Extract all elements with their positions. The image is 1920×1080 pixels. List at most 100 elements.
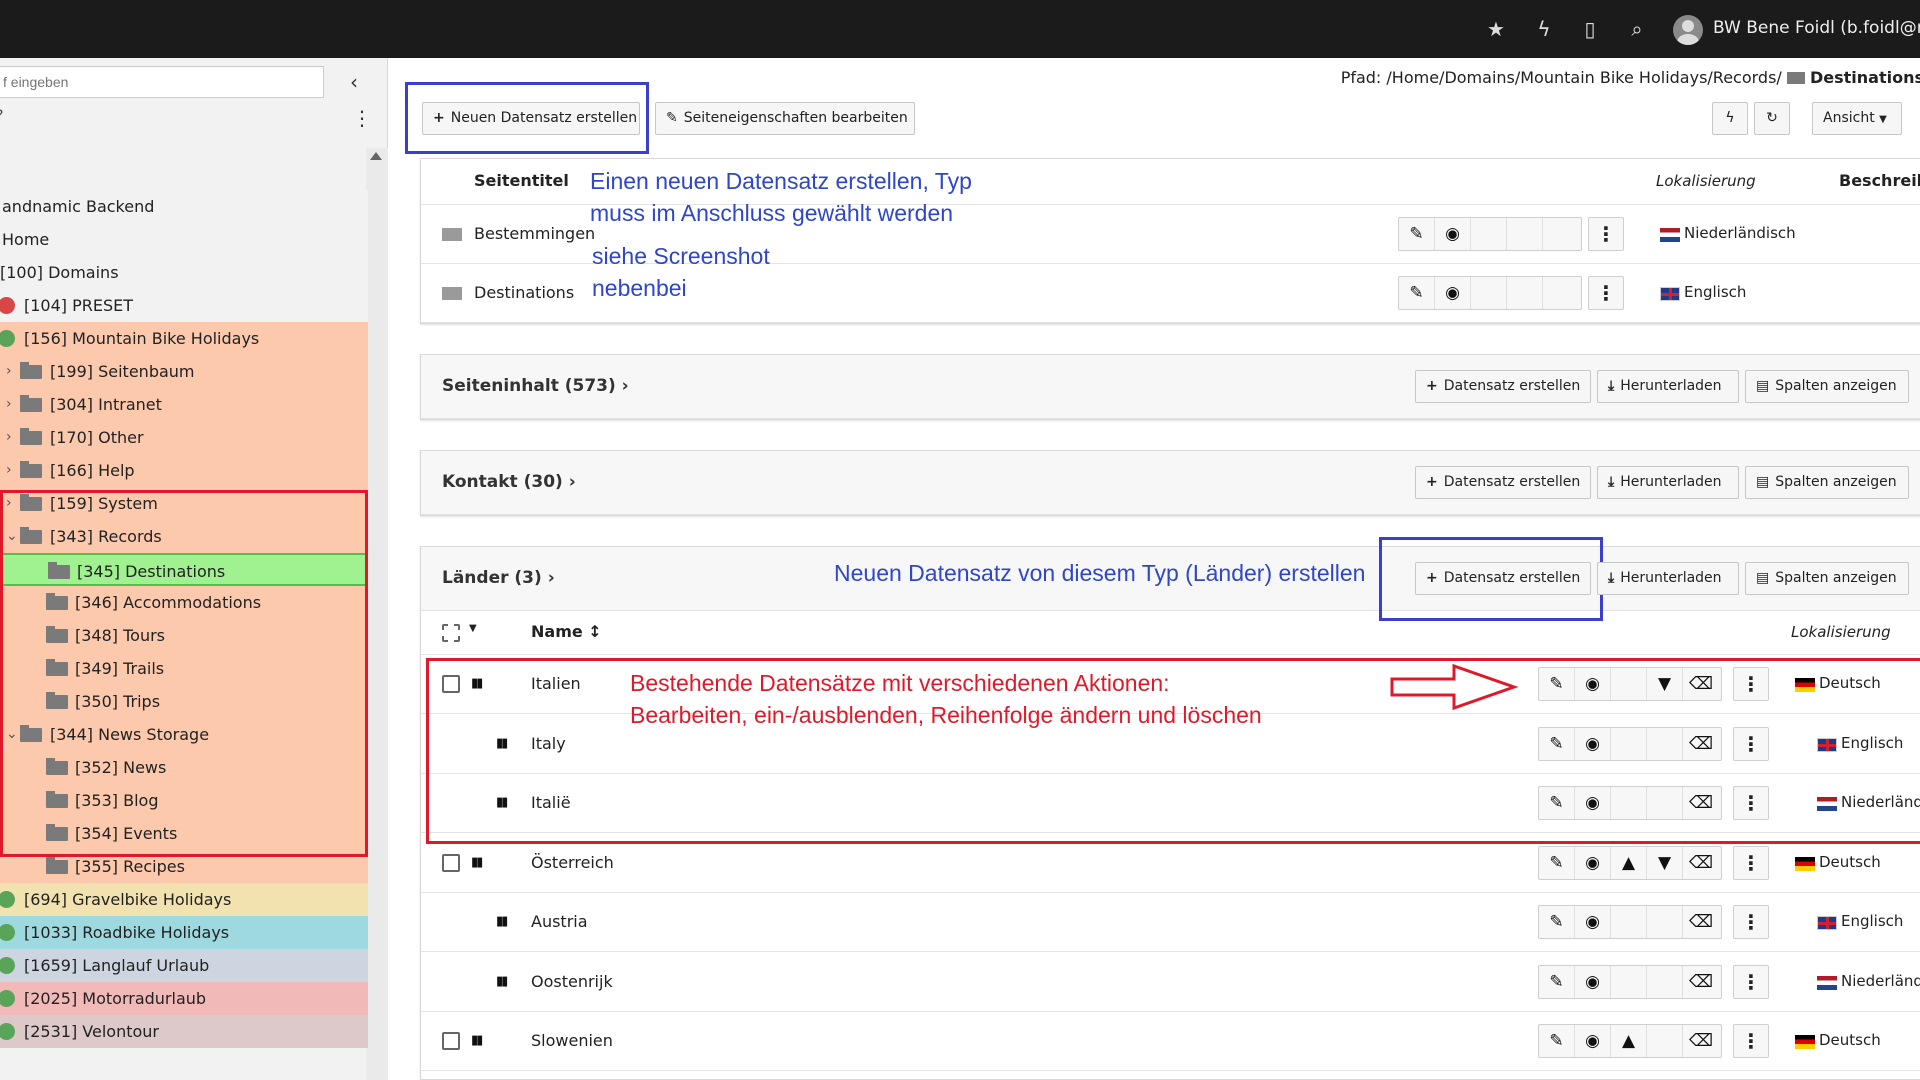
empty-action[interactable] — [1647, 906, 1683, 938]
empty-action[interactable] — [1647, 965, 1683, 998]
tree-item[interactable]: [1659] Langlauf Urlaub — [0, 949, 368, 982]
delete-icon[interactable]: ⌫ — [1683, 906, 1719, 938]
section-title[interactable]: Seiteninhalt (573) › — [442, 376, 629, 396]
edit-icon[interactable]: ✎ — [1539, 965, 1575, 998]
select-all-checkbox[interactable] — [442, 624, 460, 642]
empty-action[interactable] — [1507, 218, 1543, 250]
row-checkbox[interactable] — [442, 1032, 460, 1050]
show-columns-button[interactable]: ▤ Spalten anzeigen — [1745, 466, 1909, 499]
clear-cache-button[interactable]: ϟ — [1712, 102, 1748, 135]
edit-page-properties-button[interactable]: ✎ Seiteneigenschaften bearbeiten — [655, 102, 915, 135]
scroll-up-icon[interactable] — [370, 152, 382, 160]
chevron-icon[interactable]: › — [6, 388, 12, 421]
more-actions-button[interactable]: ⋮ — [1588, 276, 1624, 310]
edit-icon[interactable]: ✎ — [1539, 1025, 1575, 1057]
toggle-visibility-icon[interactable]: ◉ — [1575, 846, 1611, 879]
more-actions-button[interactable]: ⋮ — [1588, 217, 1624, 251]
section-title[interactable]: Kontakt (30) › — [442, 472, 576, 492]
tree-item[interactable]: [104] PRESET — [0, 289, 368, 322]
chevron-icon[interactable]: › — [6, 355, 12, 388]
tree-item[interactable]: [100] Domains — [0, 256, 368, 289]
move-up-icon[interactable]: ▲ — [1611, 846, 1647, 879]
create-record-button[interactable]: + Datensatz erstellen — [1415, 370, 1591, 403]
arrow-right-icon — [1390, 663, 1519, 711]
edit-page-icon[interactable]: ✎ — [1399, 218, 1435, 250]
tree-menu-icon[interactable]: ⋮ — [352, 106, 372, 130]
view-dropdown[interactable]: Ansicht ▼ — [1812, 102, 1902, 135]
move-up-icon[interactable]: ▲ — [1611, 1025, 1647, 1057]
download-button[interactable]: ⤓ Herunterladen — [1597, 562, 1739, 595]
move-down-icon[interactable]: ▼ — [1647, 846, 1683, 879]
download-button[interactable]: ⤓ Herunterladen — [1597, 370, 1739, 403]
edit-icon[interactable]: ✎ — [1539, 846, 1575, 879]
tree-item[interactable]: › [199] Seitenbaum — [0, 355, 368, 388]
tree-item[interactable]: Home — [0, 223, 368, 256]
tree-item[interactable]: [1033] Roadbike Holidays — [0, 916, 368, 949]
create-record-button[interactable]: + Datensatz erstellen — [1415, 562, 1591, 595]
delete-icon[interactable]: ⌫ — [1683, 966, 1719, 998]
user-name[interactable]: BW Bene Foidl (b.foidl@mt — [1713, 18, 1920, 38]
folder-icon — [1786, 72, 1805, 84]
delete-icon[interactable]: ⌫ — [1683, 1025, 1719, 1057]
help-icon[interactable]: ? — [0, 108, 3, 124]
empty-action[interactable] — [1647, 1025, 1683, 1057]
tree-item[interactable]: [694] Gravelbike Holidays — [0, 883, 368, 916]
file-icon[interactable]: ▯ — [1578, 17, 1602, 41]
user-avatar[interactable] — [1673, 15, 1703, 45]
edit-icon[interactable]: ✎ — [1539, 906, 1575, 938]
chevron-icon[interactable]: › — [6, 454, 12, 487]
download-icon: ⤓ — [1608, 570, 1615, 586]
refresh-icon: ↻ — [1766, 110, 1778, 126]
show-columns-button[interactable]: ▤ Spalten anzeigen — [1745, 562, 1909, 595]
laender-title-text: Länder (3) — [442, 568, 542, 588]
star-icon[interactable]: ★ — [1484, 17, 1508, 41]
tree-item[interactable]: › [304] Intranet — [0, 388, 368, 421]
edit-page-icon[interactable]: ✎ — [1399, 277, 1435, 309]
more-actions-button[interactable]: ⋮ — [1733, 905, 1769, 939]
record-name[interactable]: Oostenrijk — [531, 972, 613, 991]
record-name[interactable]: Slowenien — [531, 1031, 613, 1050]
more-actions-button[interactable]: ⋮ — [1733, 845, 1769, 880]
toggle-visibility-icon[interactable]: ◉ — [1575, 906, 1611, 938]
collapse-sidebar-icon[interactable]: ‹ — [350, 70, 358, 94]
toggle-visibility-icon[interactable]: ◉ — [1575, 1025, 1611, 1057]
tree-item[interactable]: andnamic Backend — [0, 190, 368, 223]
tree-filter-input[interactable] — [0, 66, 324, 98]
empty-action[interactable] — [1611, 965, 1647, 998]
reload-button[interactable]: ↻ — [1754, 102, 1790, 135]
tree-item[interactable]: [156] Mountain Bike Holidays — [0, 322, 368, 355]
column-header-name[interactable]: Name ↕ — [531, 622, 602, 641]
search-icon[interactable]: ⌕ — [1625, 17, 1649, 41]
download-button[interactable]: ⤓ Herunterladen — [1597, 466, 1739, 499]
tree-item[interactable]: [2531] Velontour — [0, 1015, 368, 1048]
tree-scrollbar[interactable] — [366, 148, 388, 1080]
tree-item[interactable]: › [166] Help — [0, 454, 368, 487]
delete-icon[interactable]: ⌫ — [1683, 847, 1719, 879]
create-record-label: Datensatz erstellen — [1443, 570, 1581, 586]
caret-down-icon[interactable]: ▼ — [469, 623, 477, 634]
toggle-visibility-icon[interactable]: ◉ — [1575, 965, 1611, 998]
bolt-icon[interactable]: ϟ — [1532, 17, 1556, 41]
column-header-description: Beschreib — [1839, 171, 1920, 190]
create-record-button[interactable]: + Datensatz erstellen — [1415, 466, 1591, 499]
chevron-icon[interactable]: › — [6, 421, 12, 454]
toggle-visibility-icon[interactable]: ◉ — [1435, 277, 1471, 309]
tree-item[interactable]: [2025] Motorradurlaub — [0, 982, 368, 1015]
empty-action[interactable] — [1471, 277, 1507, 309]
more-actions-button[interactable]: ⋮ — [1733, 1024, 1769, 1058]
tree-item[interactable]: › [170] Other — [0, 421, 368, 454]
record-name[interactable]: Österreich — [531, 853, 614, 872]
empty-action[interactable] — [1471, 218, 1507, 250]
empty-action[interactable] — [1507, 277, 1543, 309]
laender-section-title[interactable]: Länder (3) › — [442, 568, 555, 588]
toggle-visibility-icon[interactable]: ◉ — [1435, 218, 1471, 250]
map-icon: ▮▮ — [496, 914, 508, 929]
empty-action[interactable] — [1543, 218, 1579, 250]
more-actions-button[interactable]: ⋮ — [1733, 964, 1769, 999]
empty-action[interactable] — [1611, 906, 1647, 938]
empty-action[interactable] — [1543, 277, 1579, 309]
row-checkbox[interactable] — [442, 853, 460, 872]
show-columns-button[interactable]: ▤ Spalten anzeigen — [1745, 370, 1909, 403]
record-name[interactable]: Austria — [531, 912, 588, 931]
download-label: Herunterladen — [1620, 474, 1722, 490]
